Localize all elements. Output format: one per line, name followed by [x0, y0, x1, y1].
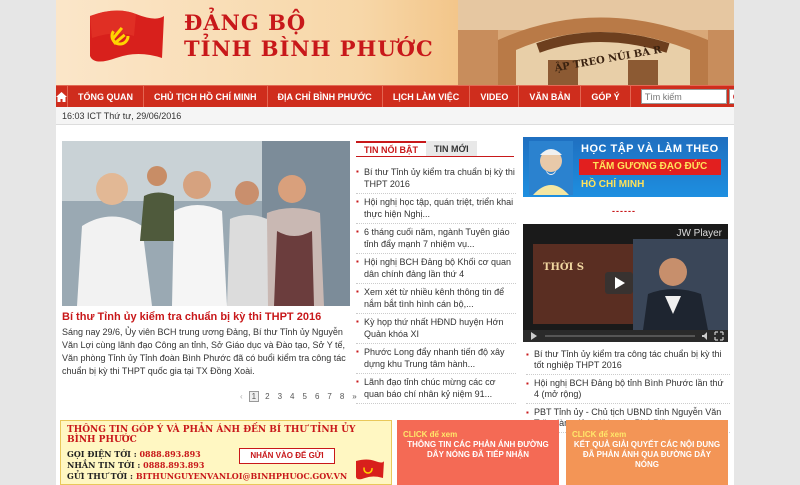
nav-item-chu-tich-ho-chi-minh[interactable]: CHỦ TỊCH HỒ CHÍ MINH [144, 85, 268, 108]
list-item[interactable]: Xem xét từ nhiều kênh thông tin để nắm b… [356, 284, 516, 314]
portrait-image [529, 141, 573, 195]
pager-page-3[interactable]: 3 [276, 392, 284, 401]
page: ĐẢNG BỘ TỈNH BÌNH PHƯỚC ẬP TREO NÚI BÀ R… [56, 0, 734, 485]
featured-pager: ‹ 1 2 3 4 5 6 7 8 » [238, 391, 359, 402]
header-banner: ĐẢNG BỘ TỈNH BÌNH PHƯỚC ẬP TREO NÚI BÀ R [56, 0, 734, 85]
sms-value[interactable]: 0888.893.893 [143, 460, 204, 470]
list-item[interactable]: Hội nghị học tập, quán triệt, triển khai… [356, 194, 516, 224]
promo-line-3: HỒ CHÍ MINH [581, 179, 645, 190]
search-input[interactable] [640, 89, 727, 104]
brand-line-2: TỈNH BÌNH PHƯỚC [184, 36, 434, 61]
promo-line-1: HỌC TẬP VÀ LÀM THEO [581, 143, 719, 155]
news-tabs: TIN NỔI BẬT TIN MỚI [356, 141, 514, 157]
email-label: GỬI THƯ TỚI : [67, 471, 134, 481]
phone-value[interactable]: 0888.893.893 [139, 449, 200, 459]
list-item[interactable]: Hội nghị BCH Đảng bộ tỉnh Bình Phước lần… [526, 377, 730, 404]
site-brand[interactable]: ĐẢNG BỘ TỈNH BÌNH PHƯỚC [184, 10, 434, 62]
main-nav: TỔNG QUAN CHỦ TỊCH HỒ CHÍ MINH ĐỊA CHỈ B… [56, 85, 734, 108]
ho-chi-minh-promo-banner[interactable]: HỌC TẬP VÀ LÀM THEO TẤM GƯƠNG ĐẠO ĐỨC HỒ… [523, 137, 728, 197]
nav-item-lich-lam-viec[interactable]: LỊCH LÀM VIỆC [383, 85, 471, 108]
send-feedback-button[interactable]: NHẤN VÀO ĐỂ GỬI [239, 448, 335, 464]
search-form: GO [640, 89, 734, 104]
nav-item-dia-chi-binh-phuoc[interactable]: ĐỊA CHỈ BÌNH PHƯỚC [268, 85, 383, 108]
featured-photo[interactable] [62, 141, 350, 306]
play-icon[interactable] [529, 331, 539, 341]
progress-track[interactable] [545, 335, 695, 337]
nav-item-gop-y[interactable]: GÓP Ý [581, 85, 631, 108]
featured-title[interactable]: Bí thư Tỉnh ủy kiểm tra chuẩn bị kỳ thi … [62, 311, 352, 323]
list-item[interactable]: Bí thư Tỉnh ủy kiểm tra công tác chuẩn b… [526, 348, 730, 375]
list-item[interactable]: Phước Long đẩy nhanh tiến độ xây dựng kh… [356, 344, 516, 374]
feedback-box: THÔNG TIN GÓP Ý VÀ PHẢN ÁNH ĐẾN BÍ THƯ T… [60, 420, 392, 485]
video-player[interactable]: THỜI S JW Player [523, 224, 728, 342]
section-divider: ------ [612, 206, 636, 216]
feedback-sms: NHẮN TIN TỚI : 0888.893.893 [61, 460, 391, 471]
list-item[interactable]: Hội nghị BCH Đảng bộ Khối cơ quan dân ch… [356, 254, 516, 284]
date-time: 16:03 ICT Thứ tư, 29/06/2016 [56, 107, 734, 125]
news-list: Bí thư Tỉnh ủy kiểm tra chuẩn bị kỳ thi … [356, 164, 516, 404]
tab-tin-moi[interactable]: TIN MỚI [426, 141, 477, 156]
results-click-label: CLICK để xem [572, 430, 627, 439]
party-flag-icon [90, 10, 164, 62]
list-item[interactable]: Kỳ họp thứ nhất HĐND huyện Hớn Quản khóa… [356, 314, 516, 344]
pager-page-2[interactable]: 2 [263, 392, 271, 401]
player-label: JW Player [676, 228, 722, 239]
feedback-heading: THÔNG TIN GÓP Ý VÀ PHẢN ÁNH ĐẾN BÍ THƯ T… [67, 425, 356, 445]
featured-summary: Sáng nay 29/6, Ủy viên BCH trung ương Đả… [62, 327, 346, 376]
party-flag-icon [356, 459, 384, 480]
tab-tin-noi-bat[interactable]: TIN NỔI BẬT [356, 141, 426, 156]
nav-item-video[interactable]: VIDEO [470, 85, 520, 108]
promo-line-2: TẤM GƯƠNG ĐẠO ĐỨC [579, 159, 721, 175]
home-icon [56, 91, 67, 102]
results-text: KẾT QUẢ GIẢI QUYẾT CÁC NỘI DUNG ĐÃ PHẢN … [573, 440, 721, 469]
video-frame [523, 224, 728, 330]
list-item[interactable]: Lãnh đạo tỉnh chúc mừng các cơ quan báo … [356, 374, 516, 404]
pager-prev[interactable]: ‹ [238, 392, 245, 401]
brand-line-1: ĐẢNG BỘ [184, 10, 307, 35]
hotline-reports-box[interactable]: CLICK để xem THÔNG TIN CÁC PHẢN ÁNH ĐƯỜN… [397, 420, 559, 485]
pager-page-7[interactable]: 7 [325, 392, 333, 401]
pager-page-6[interactable]: 6 [313, 392, 321, 401]
home-button[interactable] [56, 85, 68, 108]
player-controls[interactable] [523, 330, 728, 342]
pager-page-5[interactable]: 5 [300, 392, 308, 401]
hotline-text: THÔNG TIN CÁC PHẢN ÁNH ĐƯỜNG DÂY NÓNG ĐÃ… [407, 440, 549, 459]
email-value[interactable]: BITHUNGUYENVANLOI@BINHPHUOC.GOV.VN [136, 471, 347, 481]
gate-photo [458, 0, 734, 85]
pager-page-8[interactable]: 8 [338, 392, 346, 401]
nav-item-van-ban[interactable]: VĂN BẢN [519, 85, 582, 108]
feedback-phone: GỌI ĐIỆN TỚI : 0888.893.893 [61, 449, 391, 460]
fullscreen-icon[interactable] [714, 331, 724, 341]
volume-icon[interactable] [701, 331, 711, 341]
list-item[interactable]: Bí thư Tỉnh ủy kiểm tra chuẩn bị kỳ thi … [356, 164, 516, 194]
pager-page-1[interactable]: 1 [248, 391, 260, 402]
nav-item-tong-quan[interactable]: TỔNG QUAN [68, 85, 144, 108]
list-item[interactable]: 6 tháng cuối năm, ngành Tuyên giáo tỉnh … [356, 224, 516, 254]
phone-label: GỌI ĐIỆN TỚI : [67, 449, 137, 459]
sms-label: NHẮN TIN TỚI : [67, 460, 141, 470]
hotline-click-label: CLICK để xem [403, 430, 458, 439]
hotline-results-box[interactable]: CLICK để xem KẾT QUẢ GIẢI QUYẾT CÁC NỘI … [566, 420, 728, 485]
pager-page-4[interactable]: 4 [288, 392, 296, 401]
feedback-email: GỬI THƯ TỚI : BITHUNGUYENVANLOI@BINHPHUO… [61, 471, 391, 482]
search-go-button[interactable]: GO [728, 89, 734, 104]
video-overlay-text: THỜI S [543, 262, 584, 273]
